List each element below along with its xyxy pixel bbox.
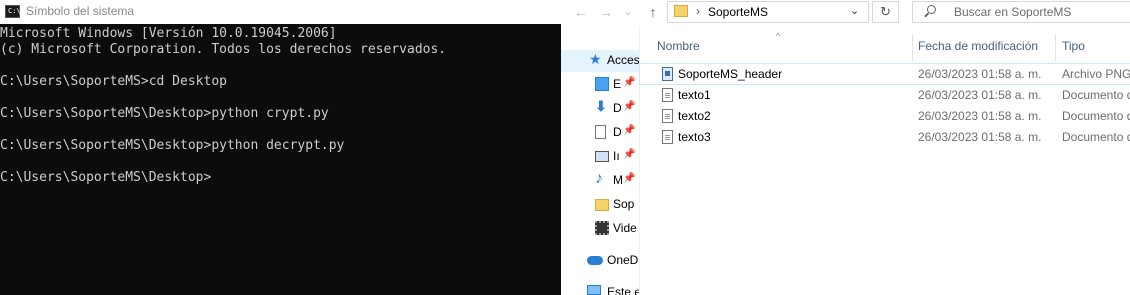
chevron-right-icon[interactable]: ›	[696, 4, 700, 18]
file-row[interactable]: texto1 26/03/2023 01:58 a. m. Documento …	[640, 85, 1130, 105]
column-header-row: ^ Nombre Fecha de modificación Tipo	[640, 31, 1130, 62]
folder-icon	[595, 199, 609, 211]
sidebar-item-pictures[interactable]: Iı 📌	[561, 146, 639, 168]
sidebar-item-label: OneD	[607, 253, 639, 267]
search-placeholder: Buscar en SoporteMS	[954, 5, 1072, 19]
forward-button[interactable]: →	[597, 3, 615, 21]
file-date: 26/03/2023 01:58 a. m.	[918, 130, 1042, 144]
chevron-down-icon[interactable]: ⌄	[850, 4, 859, 17]
file-name: texto2	[678, 109, 711, 123]
console-line: C:\Users\SoporteMS\Desktop>python crypt.…	[0, 106, 329, 121]
file-row[interactable]: texto3 26/03/2023 01:58 a. m. Documento …	[640, 127, 1130, 147]
command-prompt-window[interactable]: C:\ Símbolo del sistema Microsoft Window…	[0, 0, 561, 295]
pictures-icon	[595, 151, 609, 162]
console-line: Microsoft Windows [Versión 10.0.19045.20…	[0, 26, 337, 41]
music-icon: ♪	[595, 170, 603, 187]
download-icon: ⬇	[595, 98, 607, 114]
sidebar-item-documents[interactable]: D 📌	[561, 122, 639, 144]
console-line: (c) Microsoft Corporation. Todos los der…	[0, 42, 447, 57]
pin-icon: 📌	[623, 125, 636, 136]
file-row[interactable]: texto2 26/03/2023 01:58 a. m. Documento …	[640, 106, 1130, 126]
sort-ascending-icon: ^	[776, 31, 781, 41]
computer-icon	[587, 285, 601, 295]
refresh-button[interactable]: ↻	[872, 1, 899, 23]
column-header-date[interactable]: Fecha de modificación	[918, 39, 1038, 53]
file-date: 26/03/2023 01:58 a. m.	[918, 67, 1042, 81]
pin-icon: 📌	[623, 101, 636, 112]
sidebar-item-desktop[interactable]: E 📌	[561, 74, 639, 96]
file-date: 26/03/2023 01:58 a. m.	[918, 88, 1042, 102]
recent-locations-button[interactable]: ⌄	[621, 3, 635, 21]
file-name: texto3	[678, 130, 711, 144]
sidebar-item-label: Sop	[613, 197, 635, 211]
cmd-window-title: Símbolo del sistema	[26, 4, 135, 18]
file-type: Documento de texto	[1062, 88, 1130, 102]
sidebar-item-label: Acces	[607, 53, 639, 67]
up-button[interactable]: ↑	[644, 3, 662, 21]
console-line: C:\Users\SoporteMS>cd Desktop	[0, 74, 227, 89]
cmd-titlebar[interactable]: C:\ Símbolo del sistema	[0, 0, 561, 24]
sidebar-item-downloads[interactable]: ⬇ D 📌	[561, 98, 639, 120]
pin-icon: 📌	[623, 173, 636, 184]
png-file-icon	[662, 67, 673, 81]
file-type: Documento de texto	[1062, 130, 1130, 144]
folder-icon	[674, 5, 688, 17]
star-icon: ★	[589, 51, 602, 67]
video-icon	[595, 221, 609, 235]
sidebar-item-soportems[interactable]: Sop	[561, 194, 639, 216]
text-file-icon	[662, 130, 673, 144]
column-divider[interactable]	[912, 34, 913, 62]
sidebar-item-this-pc[interactable]: Este e	[561, 282, 639, 295]
breadcrumb-soportems[interactable]: SoporteMS	[708, 5, 768, 19]
file-date: 26/03/2023 01:58 a. m.	[918, 109, 1042, 123]
sidebar-item-label: Vide	[613, 221, 637, 235]
column-header-type[interactable]: Tipo	[1062, 39, 1085, 53]
search-input[interactable]: Buscar en SoporteMS	[912, 1, 1130, 23]
onedrive-icon	[587, 256, 603, 265]
console-output[interactable]: Microsoft Windows [Versión 10.0.19045.20…	[0, 26, 561, 186]
text-file-icon	[662, 109, 673, 123]
console-prompt-line: C:\Users\SoporteMS\Desktop>	[0, 170, 212, 185]
pin-icon: 📌	[623, 77, 636, 88]
file-type: Documento de texto	[1062, 109, 1130, 123]
console-line: C:\Users\SoporteMS\Desktop>python decryp…	[0, 138, 345, 153]
column-header-name[interactable]: Nombre	[657, 39, 700, 53]
search-icon	[927, 5, 936, 14]
navigation-pane[interactable]: ★ Acces E 📌 ⬇ D 📌 D 📌 Iı 📌 ♪ M 📌 Sop Vid…	[561, 26, 639, 295]
document-icon	[595, 125, 606, 139]
pin-icon: 📌	[623, 149, 636, 160]
address-toolbar: ← → ⌄ ↑ › SoporteMS ⌄ ↻ Buscar en Soport…	[561, 0, 1130, 26]
column-divider[interactable]	[1055, 34, 1056, 62]
sidebar-item-onedrive[interactable]: OneD	[561, 250, 639, 272]
desktop-icon	[595, 77, 609, 91]
address-bar[interactable]: › SoporteMS ⌄	[667, 1, 869, 23]
sidebar-item-label: Este e	[607, 285, 639, 295]
file-name: SoporteMS_header	[678, 67, 783, 81]
file-explorer-window[interactable]: ← → ⌄ ↑ › SoporteMS ⌄ ↻ Buscar en Soport…	[561, 0, 1130, 295]
sidebar-item-videos[interactable]: Vide	[561, 218, 639, 240]
file-row[interactable]: SoporteMS_header 26/03/2023 01:58 a. m. …	[639, 63, 1130, 85]
file-list[interactable]: ^ Nombre Fecha de modificación Tipo Sopo…	[639, 26, 1130, 295]
text-file-icon	[662, 88, 673, 102]
cmd-icon-glyph: C:\	[8, 7, 21, 15]
cmd-icon: C:\	[5, 5, 21, 18]
file-name: texto1	[678, 88, 711, 102]
sidebar-item-music[interactable]: ♪ M 📌	[561, 170, 639, 192]
back-button[interactable]: ←	[572, 3, 590, 21]
sidebar-item-quick-access[interactable]: ★ Acces	[561, 50, 639, 72]
file-type: Archivo PNG	[1062, 67, 1130, 81]
